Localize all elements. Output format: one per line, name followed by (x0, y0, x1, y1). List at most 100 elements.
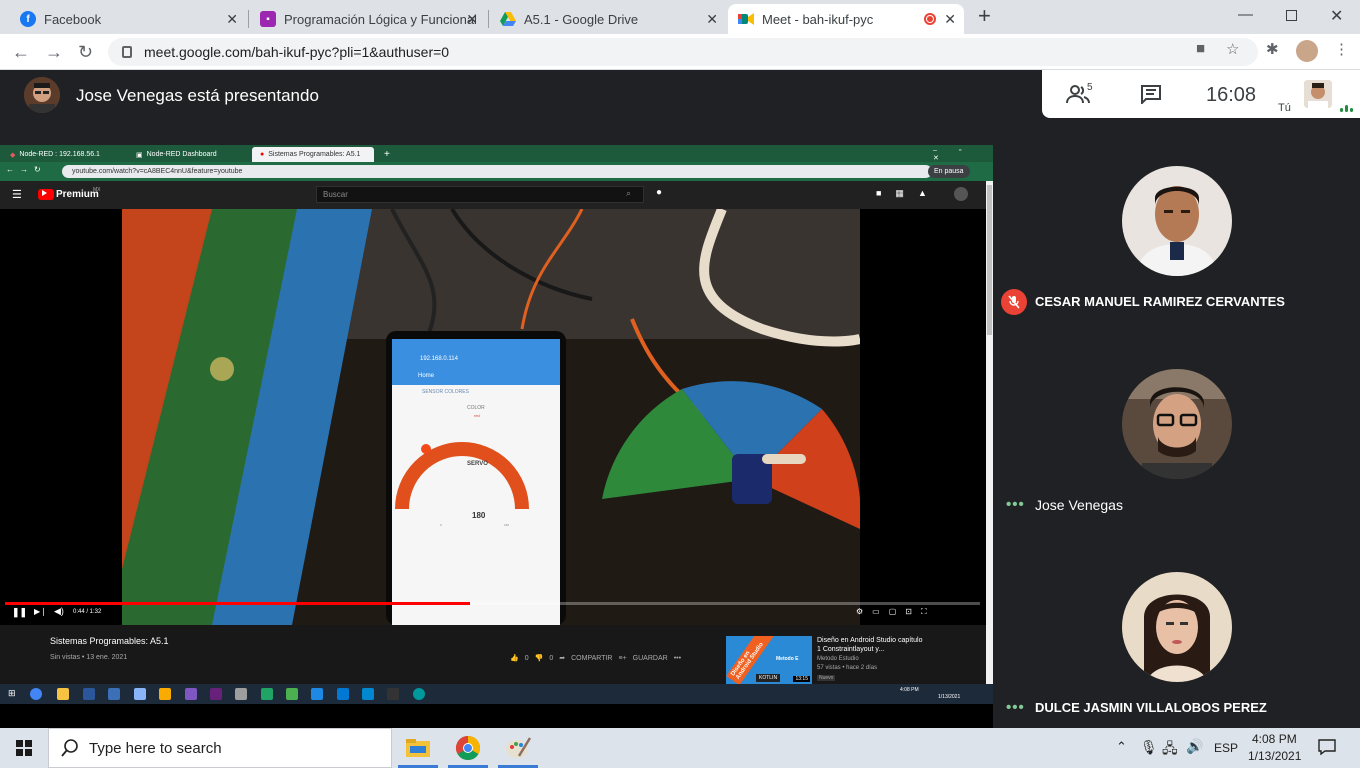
participant-tile[interactable] (1122, 572, 1232, 682)
recommended-thumbnail: Diseño en Android Studio Metodo E KOTLIN… (726, 636, 812, 684)
tab-label: Facebook (44, 11, 102, 27)
hamburger-icon: ☰ (12, 189, 22, 201)
menu-icon[interactable]: ⋮ (1334, 40, 1349, 58)
language-indicator[interactable]: ESP (1214, 741, 1238, 755)
back-icon[interactable]: ← (12, 42, 30, 63)
taskbar-time[interactable]: 4:08 PM (1252, 732, 1297, 746)
network-icon[interactable]: 🖧 (1162, 738, 1178, 762)
video-title: Sistemas Programables: A5.1 (50, 636, 169, 646)
restore-button[interactable] (1286, 10, 1297, 21)
shared-url-field: youtube.com/watch?v=cA8BEC4nnU&feature=y… (62, 165, 932, 178)
video-meta: Sin vistas • 13 ene. 2021 (50, 654, 128, 661)
tab-facebook[interactable]: f Facebook ✕ (10, 4, 246, 34)
taskbar-date[interactable]: 1/13/2021 (1248, 749, 1301, 763)
windows-start-icon[interactable] (16, 740, 32, 761)
shared-arduino-icon (413, 688, 425, 700)
recording-icon (924, 13, 936, 25)
volume-icon[interactable]: 🔊 (1186, 738, 1203, 755)
shared-paused-badge: En pausa (928, 165, 970, 178)
tab-label: Meet - bah-ikuf-pyc (762, 11, 874, 27)
chrome-icon[interactable] (454, 734, 482, 762)
tab-google-drive[interactable]: A5.1 - Google Drive ✕ (490, 4, 726, 34)
youtube-header: ☰ Premium MX Buscar ⌕ ● ■▦▲ (0, 181, 993, 209)
paint-icon[interactable] (504, 734, 532, 762)
share-icon: ➦ (559, 655, 566, 662)
camera-icon[interactable]: ■ (1196, 40, 1205, 57)
phone-color-value: red (474, 413, 480, 418)
close-icon[interactable]: ✕ (944, 11, 956, 28)
shared-tab: ◆ Node-RED : 192.168.56.1 (10, 151, 100, 159)
drive-icon (500, 11, 516, 27)
shared-taskbar: ⊞ 4:08 PM 1/13/2021 (0, 684, 993, 704)
participant-tile[interactable] (1122, 369, 1232, 479)
muted-mic-icon (1001, 289, 1027, 315)
reload-icon[interactable]: ↻ (78, 42, 93, 63)
chat-icon[interactable] (1140, 84, 1162, 109)
taskbar-search-input[interactable]: Type here to search (48, 728, 392, 768)
presenter-avatar (24, 77, 60, 113)
shared-word-icon (83, 688, 95, 700)
like-icon: 👍 (510, 655, 519, 662)
phone-servo-label: SERVO (467, 461, 488, 467)
shared-app-icon (362, 688, 374, 700)
shared-tab: ▣ Node-RED Dashboard (136, 151, 217, 159)
shared-address-bar: ←→↻ youtube.com/watch?v=cA8BEC4nnU&featu… (0, 162, 993, 181)
meet-icon (738, 11, 754, 27)
recommended-meta: 57 vistas • hace 2 días (817, 665, 878, 671)
phone-gauge-value: 180 (472, 511, 486, 520)
shared-app-icon (134, 688, 146, 700)
extensions-icon[interactable]: ✱ (1266, 40, 1279, 58)
shared-app-icon (311, 688, 323, 700)
close-window-button[interactable]: ✕ (1330, 6, 1343, 26)
tab-classroom[interactable]: ▪ Programación Lógica y Funcional ✕ (250, 4, 486, 34)
shared-chrome-icon (30, 688, 42, 700)
player-right-icons: ⚙▭▢⊡⛶ (856, 607, 936, 616)
url-field[interactable]: meet.google.com/bah-ikuf-pyc?pli=1&authu… (108, 38, 1258, 66)
windows-taskbar: Type here to search ⌃ 🎙 🖧 🔊 ESP 4:08 PM … (0, 728, 1360, 768)
shared-nav-icons: ←→↻ (6, 165, 47, 174)
shared-tab: ● Sistemas Programables: A5.1 (252, 147, 374, 162)
shared-screen: ◆ Node-RED : 192.168.56.1 ▣ Node-RED Dashb… (0, 145, 993, 728)
participant-name: CESAR MANUEL RAMIREZ CERVANTES (1035, 294, 1285, 309)
people-count: 5 (1087, 82, 1093, 93)
close-icon[interactable]: ✕ (706, 11, 718, 28)
bookmark-star-icon[interactable]: ☆ (1226, 40, 1239, 58)
dislike-icon: 👎 (534, 655, 544, 662)
shared-app-icon (261, 688, 273, 700)
search-icon: ⌕ (626, 188, 632, 198)
video-frame: 192.168.0.114 Home SENSOR COLORES COLOR … (122, 209, 860, 625)
self-avatar[interactable] (1304, 80, 1332, 108)
close-icon[interactable]: ✕ (466, 11, 478, 28)
tab-label: Programación Lógica y Funcional (284, 11, 477, 27)
chevron-up-icon[interactable]: ⌃ (1116, 739, 1127, 755)
shared-vs-icon (210, 688, 222, 700)
tab-label: A5.1 - Google Drive (524, 11, 639, 27)
recommended-title: Diseño en Android Studio capítulo 1 Cons… (817, 637, 923, 653)
shared-new-tab-icon: + (384, 149, 390, 160)
video-info: Sistemas Programables: A5.1 Sin vistas •… (0, 625, 993, 685)
notifications-icon[interactable] (1318, 739, 1336, 760)
address-bar: ← → ↻ meet.google.com/bah-ikuf-pyc?pli=1… (0, 34, 1360, 70)
profile-avatar[interactable] (1296, 40, 1318, 62)
forward-icon[interactable]: → (45, 42, 63, 63)
speaking-dots-icon: ••• (1006, 496, 1025, 513)
youtube-search-input: Buscar (316, 186, 644, 203)
close-icon[interactable]: ✕ (226, 11, 238, 28)
video-controls: ❚❚ ▶❘ ◀) 0:44 / 1:32 ⚙▭▢⊡⛶ (0, 599, 993, 625)
recommended-badge: Nuevo (817, 675, 836, 681)
meet-info-panel: 5 16:08 Tú (1042, 70, 1360, 118)
phone-color-label: COLOR (467, 405, 485, 411)
classroom-icon: ▪ (260, 11, 276, 27)
file-explorer-icon[interactable] (404, 734, 432, 762)
video-actions: 👍 0 👎 0 ➦ COMPARTIR ≡+ GUARDAR ••• (510, 654, 682, 663)
tab-meet[interactable]: Meet - bah-ikuf-pyc ✕ (728, 4, 964, 34)
presenting-label: Jose Venegas está presentando (76, 86, 319, 105)
next-icon: ▶❘ (34, 607, 47, 616)
participant-tile[interactable] (1122, 166, 1232, 276)
microphone-icon[interactable]: 🎙 (1140, 739, 1158, 756)
shared-app-icon (108, 688, 120, 700)
minimize-button[interactable]: — (1238, 6, 1253, 23)
pause-icon: ❚❚ (12, 607, 28, 617)
new-tab-button[interactable]: + (978, 3, 991, 29)
phone-home-label: Home (418, 373, 435, 379)
